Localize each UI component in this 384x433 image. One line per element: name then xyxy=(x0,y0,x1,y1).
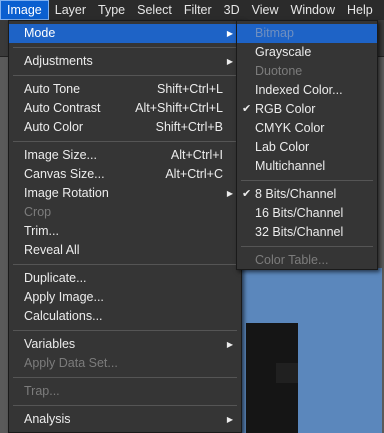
menu-item-label: Color Table... xyxy=(255,253,329,267)
menu-item-auto-tone[interactable]: Auto Tone Shift+Ctrl+L xyxy=(9,80,241,99)
menu-item-apply-image[interactable]: Apply Image... xyxy=(9,288,241,307)
menu-separator xyxy=(241,180,373,181)
menu-separator xyxy=(241,246,373,247)
menu-item-label: Reveal All xyxy=(24,243,80,257)
menu-item-analysis[interactable]: Analysis ▶ xyxy=(9,410,241,429)
menu-type[interactable]: Type xyxy=(92,0,131,20)
menu-item-label: Auto Contrast xyxy=(24,101,101,115)
menu-item-mode[interactable]: Mode ▶ xyxy=(9,24,241,43)
menu-item-label: Image Rotation xyxy=(24,186,109,200)
menu-item-image-rotation[interactable]: Image Rotation ▶ xyxy=(9,184,241,203)
menu-item-label: Auto Color xyxy=(24,120,84,134)
menu-item-trap: Trap... xyxy=(9,382,241,401)
menu-3d[interactable]: 3D xyxy=(218,0,246,20)
menu-separator xyxy=(13,264,237,265)
mode-item-cmyk-color[interactable]: CMYK Color xyxy=(237,119,377,138)
menu-separator xyxy=(13,47,237,48)
menu-item-label: Mode xyxy=(24,26,56,40)
menu-item-crop: Crop xyxy=(9,203,241,222)
document-canvas[interactable] xyxy=(236,268,382,433)
mode-item-lab-color[interactable]: Lab Color xyxy=(237,138,377,157)
mode-item-multichannel[interactable]: Multichannel xyxy=(237,157,377,176)
mode-item-rgb-color[interactable]: ✔ RGB Color xyxy=(237,100,377,119)
menu-layer[interactable]: Layer xyxy=(49,0,92,20)
mode-item-32-bits[interactable]: 32 Bits/Channel xyxy=(237,223,377,242)
menu-item-label: Trim... xyxy=(24,224,59,238)
image-menu: Mode ▶ Adjustments ▶ Auto Tone Shift+Ctr… xyxy=(8,20,242,433)
menu-item-label: 32 Bits/Channel xyxy=(255,225,344,239)
menu-item-label: Trap... xyxy=(24,384,60,398)
menu-item-label: Duplicate... xyxy=(24,271,87,285)
menu-item-reveal-all[interactable]: Reveal All xyxy=(9,241,241,260)
menu-window[interactable]: Window xyxy=(285,0,341,20)
triangle-right-icon: ▶ xyxy=(226,189,233,198)
menu-item-label: Grayscale xyxy=(255,45,312,59)
mode-submenu: Bitmap Grayscale Duotone Indexed Color..… xyxy=(236,20,378,270)
menu-item-adjustments[interactable]: Adjustments ▶ xyxy=(9,52,241,71)
menu-item-label: Lab Color xyxy=(255,140,310,154)
menu-item-label: Bitmap xyxy=(255,26,294,40)
triangle-right-icon: ▶ xyxy=(226,29,233,38)
triangle-right-icon: ▶ xyxy=(226,415,233,424)
menu-item-label: RGB Color xyxy=(255,102,316,116)
menu-separator xyxy=(13,377,237,378)
menu-item-label: Variables xyxy=(24,337,76,351)
menu-item-label: Apply Data Set... xyxy=(24,356,118,370)
menu-view[interactable]: View xyxy=(246,0,285,20)
menu-item-image-size[interactable]: Image Size... Alt+Ctrl+I xyxy=(9,146,241,165)
menu-separator xyxy=(13,405,237,406)
menu-item-apply-data-set: Apply Data Set... xyxy=(9,354,241,373)
mode-item-8-bits[interactable]: ✔ 8 Bits/Channel xyxy=(237,185,377,204)
menu-item-label: Auto Tone xyxy=(24,82,81,96)
mode-item-duotone: Duotone xyxy=(237,62,377,81)
menu-item-calculations[interactable]: Calculations... xyxy=(9,307,241,326)
checkmark-icon: ✔ xyxy=(242,188,252,200)
mode-item-indexed-color[interactable]: Indexed Color... xyxy=(237,81,377,100)
menu-item-variables[interactable]: Variables ▶ xyxy=(9,335,241,354)
menu-item-label: Calculations... xyxy=(24,309,103,323)
menu-item-label: 16 Bits/Channel xyxy=(255,206,344,220)
menu-item-label: Analysis xyxy=(24,412,71,426)
menu-bar: Image Layer Type Select Filter 3D View W… xyxy=(0,0,384,20)
mode-item-16-bits[interactable]: 16 Bits/Channel xyxy=(237,204,377,223)
menu-item-label: CMYK Color xyxy=(255,121,325,135)
menu-item-label: Crop xyxy=(24,205,52,219)
menu-item-label: 8 Bits/Channel xyxy=(255,187,337,201)
shortcut-text: Alt+Ctrl+C xyxy=(165,167,223,181)
menu-item-label: Image Size... xyxy=(24,148,97,162)
menu-item-label: Multichannel xyxy=(255,159,326,173)
menu-item-auto-color[interactable]: Auto Color Shift+Ctrl+B xyxy=(9,118,241,137)
checkmark-icon: ✔ xyxy=(242,103,252,115)
triangle-right-icon: ▶ xyxy=(226,57,233,66)
shortcut-text: Shift+Ctrl+B xyxy=(155,120,223,134)
menu-help[interactable]: Help xyxy=(341,0,379,20)
menu-separator xyxy=(13,75,237,76)
menu-item-label: Apply Image... xyxy=(24,290,104,304)
mode-item-bitmap: Bitmap xyxy=(237,24,377,43)
triangle-right-icon: ▶ xyxy=(226,340,233,349)
menu-item-label: Indexed Color... xyxy=(255,83,343,97)
menu-image[interactable]: Image xyxy=(0,0,49,20)
menu-item-label: Canvas Size... xyxy=(24,167,105,181)
menu-filter[interactable]: Filter xyxy=(178,0,218,20)
menu-item-duplicate[interactable]: Duplicate... xyxy=(9,269,241,288)
menu-item-trim[interactable]: Trim... xyxy=(9,222,241,241)
shortcut-text: Shift+Ctrl+L xyxy=(156,82,223,96)
image-dark-shape xyxy=(276,363,298,383)
menu-item-auto-contrast[interactable]: Auto Contrast Alt+Shift+Ctrl+L xyxy=(9,99,241,118)
menu-item-label: Adjustments xyxy=(24,54,93,68)
mode-item-color-table: Color Table... xyxy=(237,251,377,270)
shortcut-text: Alt+Shift+Ctrl+L xyxy=(135,101,223,115)
menu-item-label: Duotone xyxy=(255,64,303,78)
mode-item-grayscale[interactable]: Grayscale xyxy=(237,43,377,62)
shortcut-text: Alt+Ctrl+I xyxy=(170,148,223,162)
menu-separator xyxy=(13,330,237,331)
menu-item-canvas-size[interactable]: Canvas Size... Alt+Ctrl+C xyxy=(9,165,241,184)
menu-separator xyxy=(13,141,237,142)
menu-select[interactable]: Select xyxy=(131,0,178,20)
